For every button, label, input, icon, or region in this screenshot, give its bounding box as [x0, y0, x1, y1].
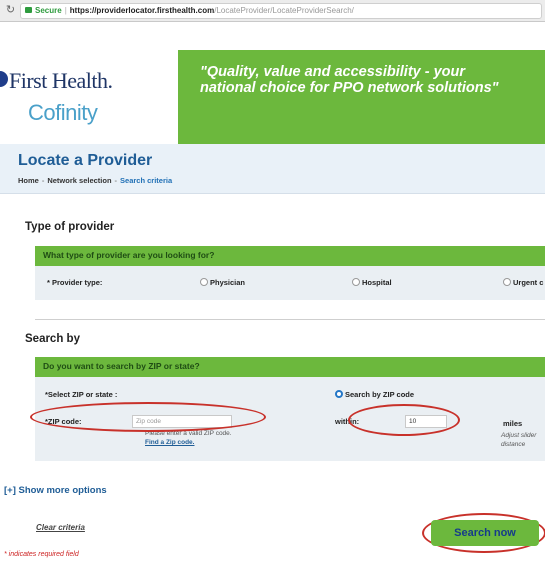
breadcrumb-home[interactable]: Home	[18, 176, 39, 185]
breadcrumb-search-criteria: Search criteria	[120, 176, 173, 185]
page-title: Locate a Provider	[18, 152, 153, 169]
tagline-banner: "Quality, value and accessibility - your…	[178, 50, 545, 144]
provider-type-panel: * Provider type: Physician Hospital Urge…	[35, 266, 545, 300]
radio-checked-icon[interactable]	[335, 390, 343, 398]
radio-circle-icon[interactable]	[503, 278, 511, 286]
address-bar[interactable]: Secure | https://providerlocator.firstheal…	[20, 3, 542, 19]
provider-type-label: * Provider type:	[47, 278, 103, 287]
radio-search-by-zip[interactable]: Search by ZIP code	[335, 390, 414, 399]
url-separator: |	[64, 6, 67, 15]
within-highlight-oval	[348, 404, 460, 436]
radio-circle-icon[interactable]	[352, 278, 360, 286]
provider-question: What type of provider are you looking fo…	[43, 250, 215, 260]
radio-urgent-care[interactable]: Urgent c	[503, 278, 543, 287]
url-path: /LocateProvider/LocateProviderSearch/	[214, 6, 354, 15]
provider-section-heading: Type of provider	[25, 221, 115, 233]
breadcrumb-separator: -	[41, 176, 45, 185]
section-divider	[35, 319, 545, 320]
radio-hospital[interactable]: Hospital	[352, 278, 392, 287]
clear-criteria-link[interactable]: Clear criteria	[36, 523, 85, 532]
url-host: https://providerlocator.firsthealth.com	[69, 6, 215, 15]
adjust-slider-hint: Adjust slider	[501, 432, 537, 439]
lock-icon	[25, 7, 32, 13]
provider-question-bar: What type of provider are you looking fo…	[35, 246, 545, 266]
search-question-bar: Do you want to search by ZIP or state?	[35, 357, 545, 377]
show-more-options-link[interactable]: [+] Show more options	[4, 485, 107, 496]
search-question: Do you want to search by ZIP or state?	[43, 361, 200, 371]
search-section-heading: Search by	[25, 333, 80, 345]
breadcrumb: Home - Network selection - Search criteria	[18, 176, 172, 185]
breadcrumb-separator: -	[114, 176, 118, 185]
distance-hint: distance	[501, 441, 526, 448]
site-header: First Health. Cofinity "Quality, value a…	[0, 22, 545, 144]
find-zip-code-link[interactable]: Find a Zip code.	[145, 439, 194, 446]
required-field-note: * indicates required field	[4, 551, 79, 558]
browser-toolbar: ↻ Secure | https://providerlocator.firsthe…	[0, 0, 545, 22]
radio-circle-icon[interactable]	[200, 278, 208, 286]
select-zip-state-label: *Select ZIP or state :	[45, 390, 118, 399]
miles-label: miles	[503, 419, 523, 428]
zip-code-highlight-oval	[30, 402, 266, 432]
first-health-logo-mark	[0, 71, 8, 87]
radio-physician[interactable]: Physician	[200, 278, 245, 287]
secure-label: Secure	[35, 6, 62, 15]
first-health-logo: First Health.	[9, 68, 113, 93]
tagline-text: "Quality, value and accessibility - your…	[200, 64, 499, 96]
breadcrumb-network-selection[interactable]: Network selection	[47, 176, 111, 185]
reload-icon[interactable]: ↻	[3, 3, 18, 18]
cofinity-logo: Cofinity	[28, 100, 98, 125]
title-section: Locate a Provider Home - Network selection…	[0, 144, 545, 194]
search-now-button[interactable]: Search now	[431, 520, 539, 546]
